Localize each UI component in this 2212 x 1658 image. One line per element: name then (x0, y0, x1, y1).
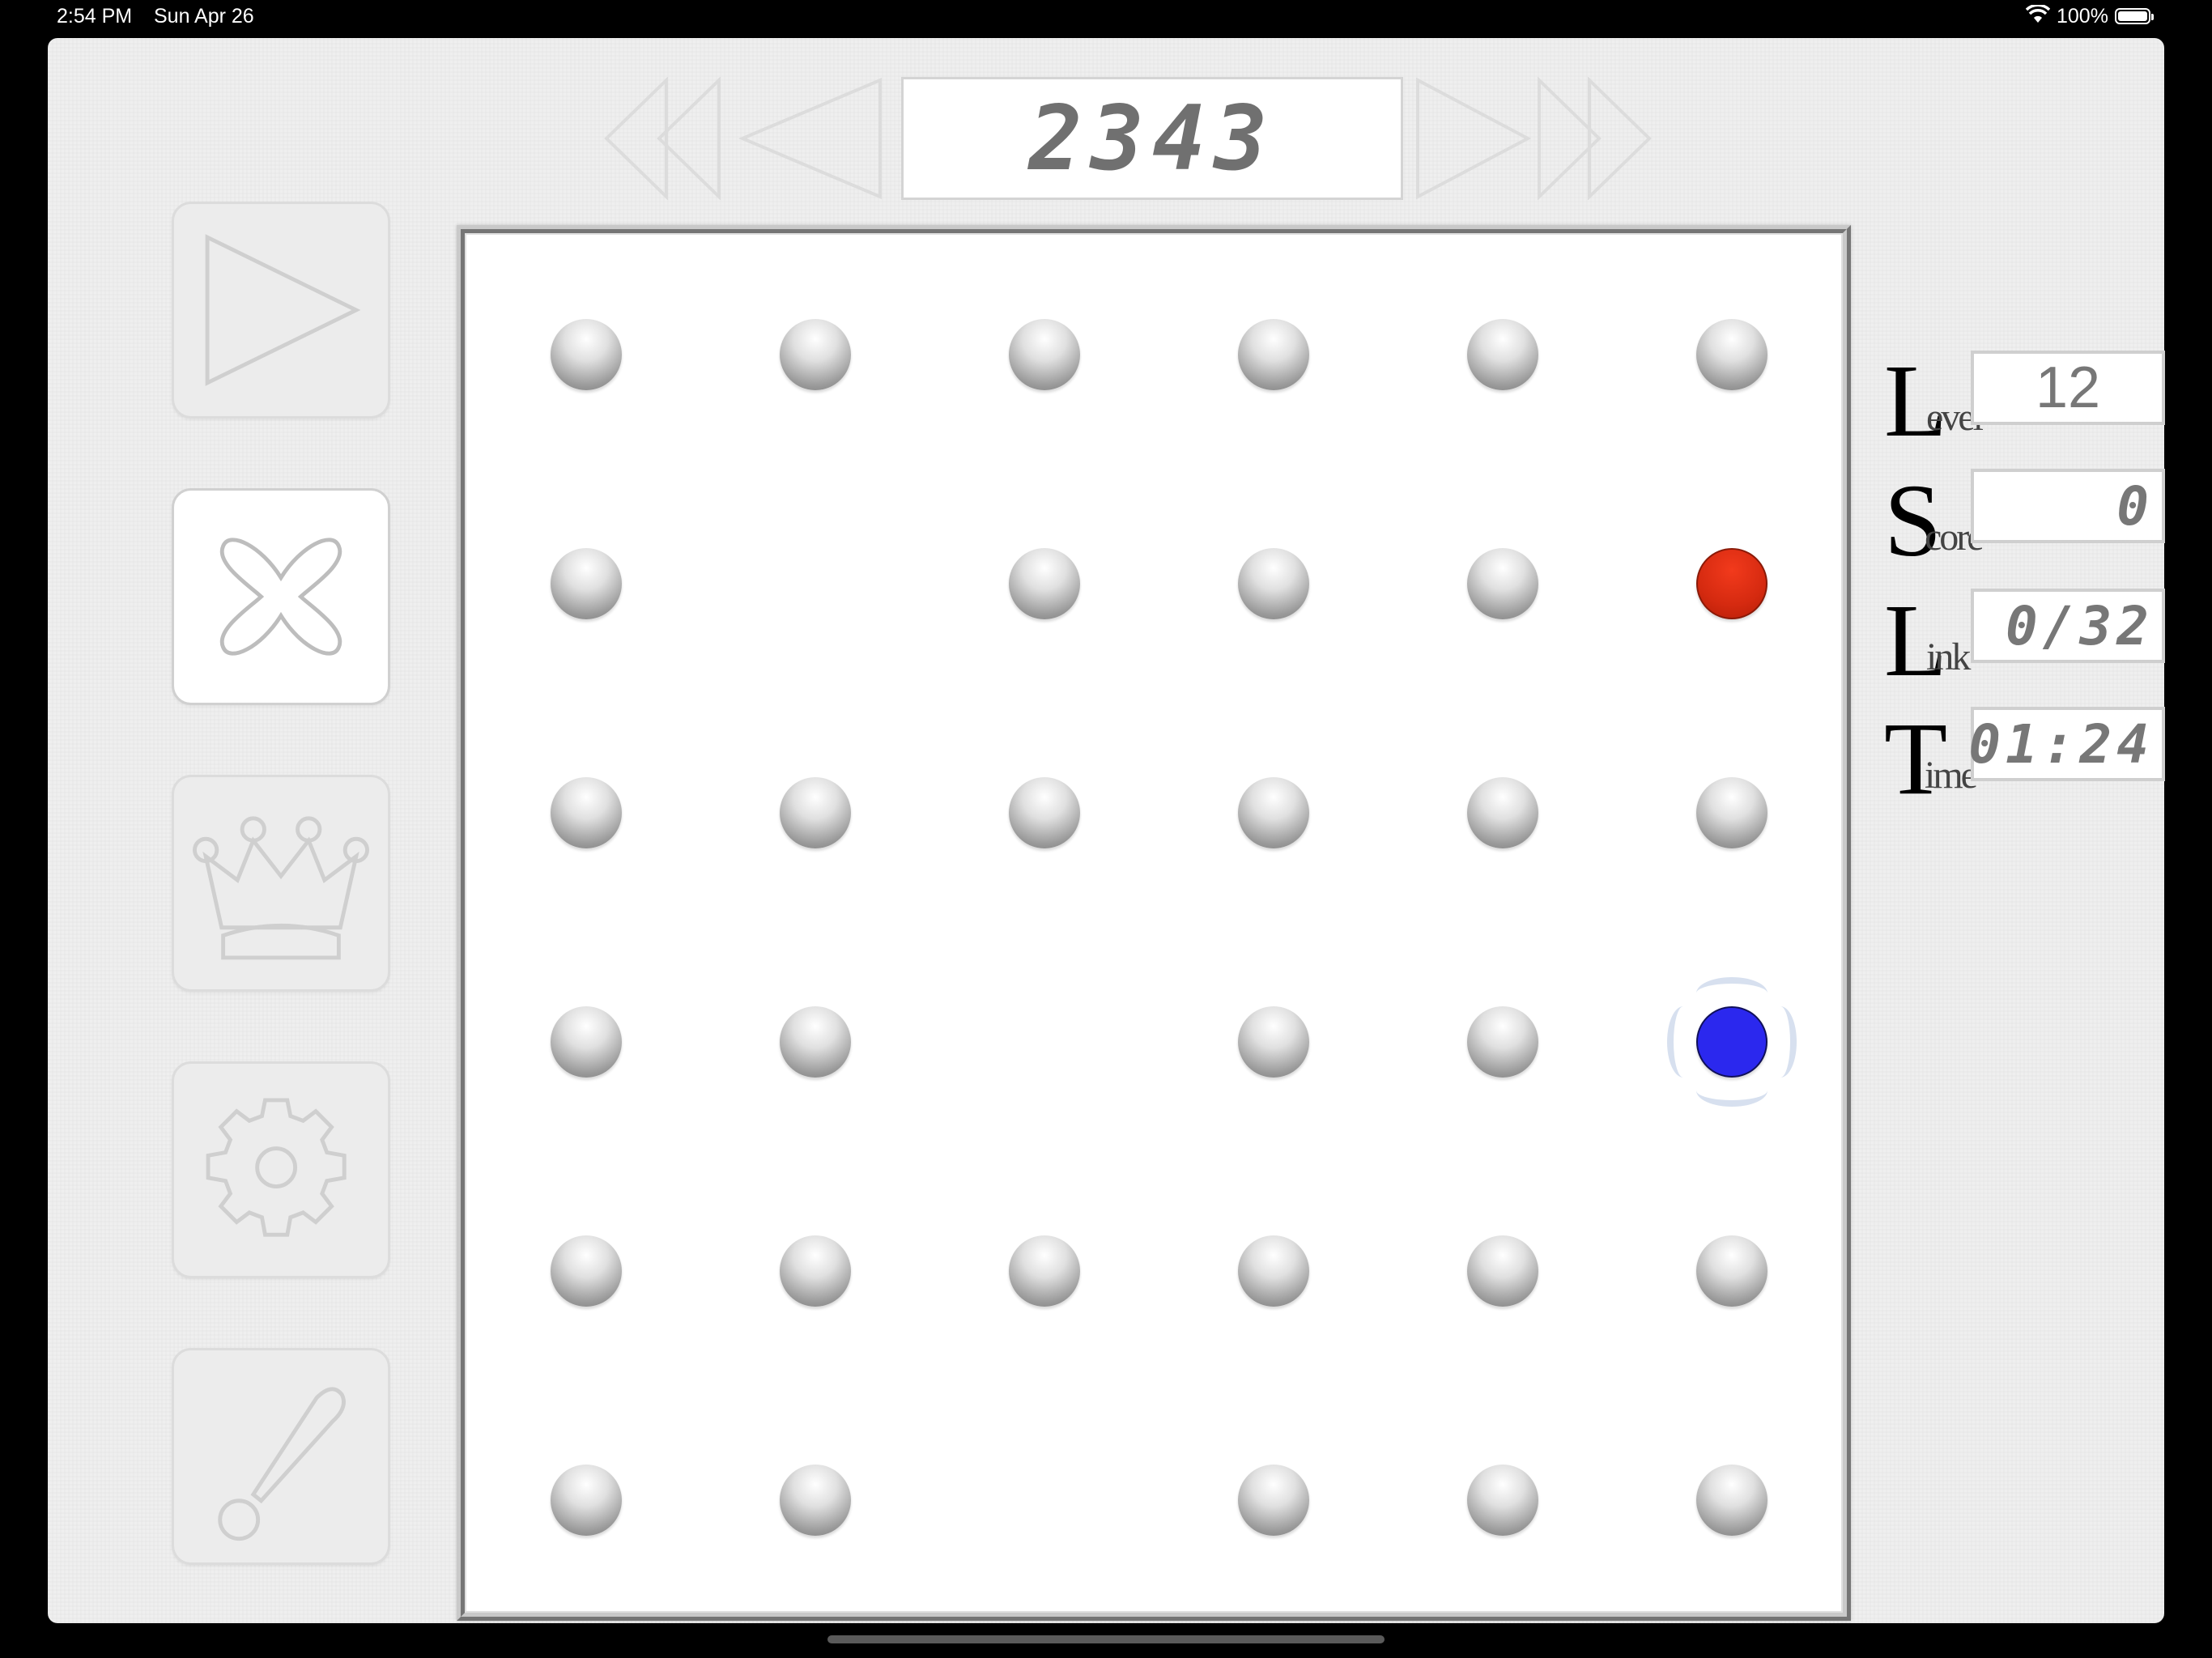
peg[interactable] (1696, 319, 1767, 390)
puzzle-number-display: 2343 (901, 77, 1403, 200)
peg[interactable] (551, 1465, 622, 1536)
close-icon (219, 538, 342, 656)
first-puzzle-button[interactable] (602, 76, 723, 201)
clear-button[interactable] (172, 488, 390, 705)
peg[interactable] (1009, 319, 1080, 390)
link-value: 0/32 (1971, 589, 2165, 663)
next-puzzle-button[interactable] (1414, 77, 1536, 200)
wifi-icon (2025, 3, 2051, 30)
peg[interactable] (780, 1465, 851, 1536)
selection-indicator (1667, 1006, 1699, 1078)
settings-button[interactable] (172, 1061, 390, 1278)
peg[interactable] (780, 1235, 851, 1307)
peg[interactable] (1467, 1465, 1538, 1536)
status-time: 2:54 PM (57, 5, 133, 28)
time-value: 01:24 (1968, 707, 2165, 781)
link-label: L ink (1884, 583, 1971, 698)
chevron-left-icon (738, 77, 882, 200)
peg[interactable] (1009, 548, 1080, 619)
peg[interactable] (1696, 777, 1767, 848)
selection-indicator (1696, 1074, 1767, 1107)
play-icon (205, 234, 361, 386)
time-label: T ime (1884, 701, 1978, 816)
peg[interactable] (1238, 548, 1309, 619)
peg[interactable] (551, 319, 622, 390)
score-label: S core (1884, 463, 1984, 578)
prev-puzzle-button[interactable] (734, 77, 888, 200)
leaderboard-button[interactable] (172, 775, 390, 992)
peg[interactable] (1467, 548, 1538, 619)
peg[interactable] (1009, 777, 1080, 848)
last-puzzle-button[interactable] (1536, 76, 1657, 201)
game-window: 2343 L evel 12 S core 0 L ink 0/32 T ime… (48, 38, 2165, 1623)
battery-percent: 100% (2057, 5, 2108, 28)
peg[interactable] (551, 777, 622, 848)
peg[interactable] (1238, 1235, 1309, 1307)
selection-indicator (1764, 1006, 1797, 1078)
double-chevron-right-icon (1538, 76, 1652, 201)
blue-peg[interactable] (1696, 1006, 1767, 1078)
double-chevron-left-icon (604, 76, 721, 201)
peg[interactable] (780, 777, 851, 848)
battery-icon (2115, 8, 2154, 24)
peg[interactable] (1696, 1235, 1767, 1307)
play-button[interactable] (172, 202, 390, 419)
peg[interactable] (1238, 319, 1309, 390)
gear-icon (206, 1098, 347, 1237)
level-label: L evel (1884, 343, 1984, 458)
peg[interactable] (1696, 1465, 1767, 1536)
peg[interactable] (780, 319, 851, 390)
hint-icon (218, 1387, 346, 1541)
peg[interactable] (1467, 319, 1538, 390)
hint-button[interactable] (172, 1348, 390, 1565)
peg[interactable] (1009, 1235, 1080, 1307)
game-board[interactable] (457, 225, 1851, 1621)
score-value: 0 (1971, 469, 2165, 543)
chevron-right-icon (1416, 77, 1532, 200)
red-peg[interactable] (1696, 548, 1767, 619)
peg[interactable] (1238, 777, 1309, 848)
peg[interactable] (1238, 1465, 1309, 1536)
peg[interactable] (1238, 1006, 1309, 1078)
level-value: 12 (1971, 351, 2165, 425)
crown-icon (192, 816, 370, 960)
peg[interactable] (780, 1006, 851, 1078)
home-indicator (827, 1635, 1385, 1643)
status-date: Sun Apr 26 (154, 5, 254, 28)
selection-indicator (1696, 977, 1767, 1010)
peg[interactable] (1467, 777, 1538, 848)
peg[interactable] (551, 548, 622, 619)
status-bar: 2:54 PM Sun Apr 26 100% (0, 0, 2212, 37)
peg[interactable] (551, 1006, 622, 1078)
peg[interactable] (551, 1235, 622, 1307)
peg[interactable] (1467, 1235, 1538, 1307)
peg[interactable] (1467, 1006, 1538, 1078)
